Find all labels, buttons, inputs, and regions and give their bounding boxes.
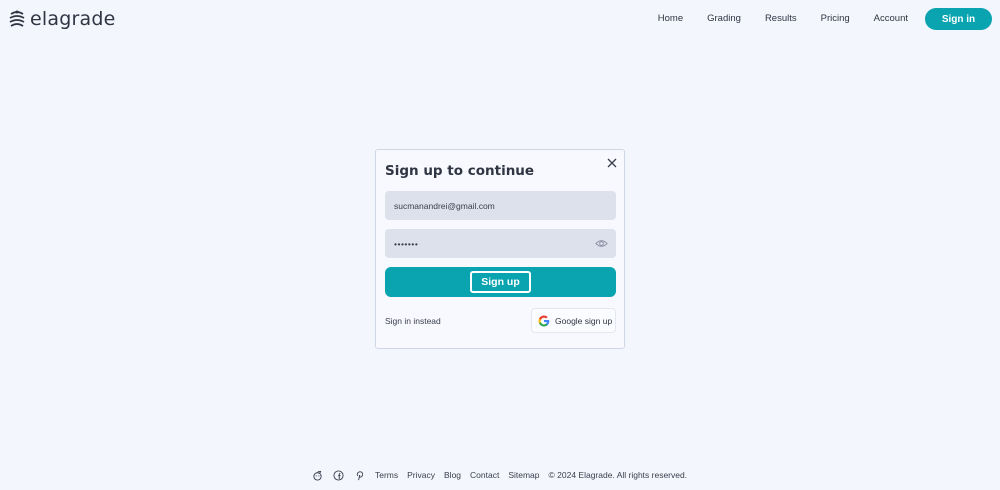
nav-pricing[interactable]: Pricing	[821, 12, 850, 26]
email-field[interactable]: sucmanandrei@gmail.com	[385, 191, 616, 220]
email-value: sucmanandrei@gmail.com	[394, 200, 495, 211]
signup-dialog: Sign up to continue sucmanandrei@gmail.c…	[375, 149, 625, 349]
main-nav: Home Grading Results Pricing Account	[634, 12, 908, 26]
logo-text: elagrade	[30, 8, 116, 30]
signup-button[interactable]: Sign up	[385, 267, 616, 297]
footer-link-terms[interactable]: Terms	[375, 470, 398, 480]
password-field[interactable]: •••••••	[385, 229, 616, 258]
top-header: elagrade Home Grading Results Pricing Ac…	[0, 0, 1000, 38]
nav-account[interactable]: Account	[874, 12, 908, 26]
header-signin-button[interactable]: Sign in	[925, 8, 992, 30]
eye-icon[interactable]	[595, 237, 608, 250]
logo-icon	[9, 10, 25, 27]
dialog-title: Sign up to continue	[385, 163, 535, 179]
signin-instead-link[interactable]: Sign in instead	[385, 316, 441, 326]
footer-link-privacy[interactable]: Privacy	[407, 470, 435, 480]
reddit-icon[interactable]	[312, 470, 323, 481]
google-signup-label: Google sign up	[555, 315, 613, 326]
pinterest-icon[interactable]	[354, 470, 365, 481]
signup-button-label: Sign up	[470, 271, 531, 293]
nav-grading[interactable]: Grading	[707, 12, 741, 26]
facebook-icon[interactable]	[333, 469, 344, 481]
footer-link-blog[interactable]: Blog	[444, 470, 461, 480]
nav-results[interactable]: Results	[765, 12, 797, 26]
close-icon[interactable]	[606, 157, 618, 169]
google-signup-button[interactable]: Google sign up	[531, 308, 616, 333]
password-value: •••••••	[394, 238, 419, 249]
footer-link-sitemap[interactable]: Sitemap	[508, 470, 539, 480]
footer-link-contact[interactable]: Contact	[470, 470, 499, 480]
nav-home[interactable]: Home	[658, 12, 683, 26]
footer: Terms Privacy Blog Contact Sitemap © 202…	[312, 468, 687, 482]
logo[interactable]: elagrade	[8, 8, 115, 30]
google-icon	[538, 315, 550, 326]
copyright: © 2024 Elagrade. All rights reserved.	[548, 470, 688, 480]
